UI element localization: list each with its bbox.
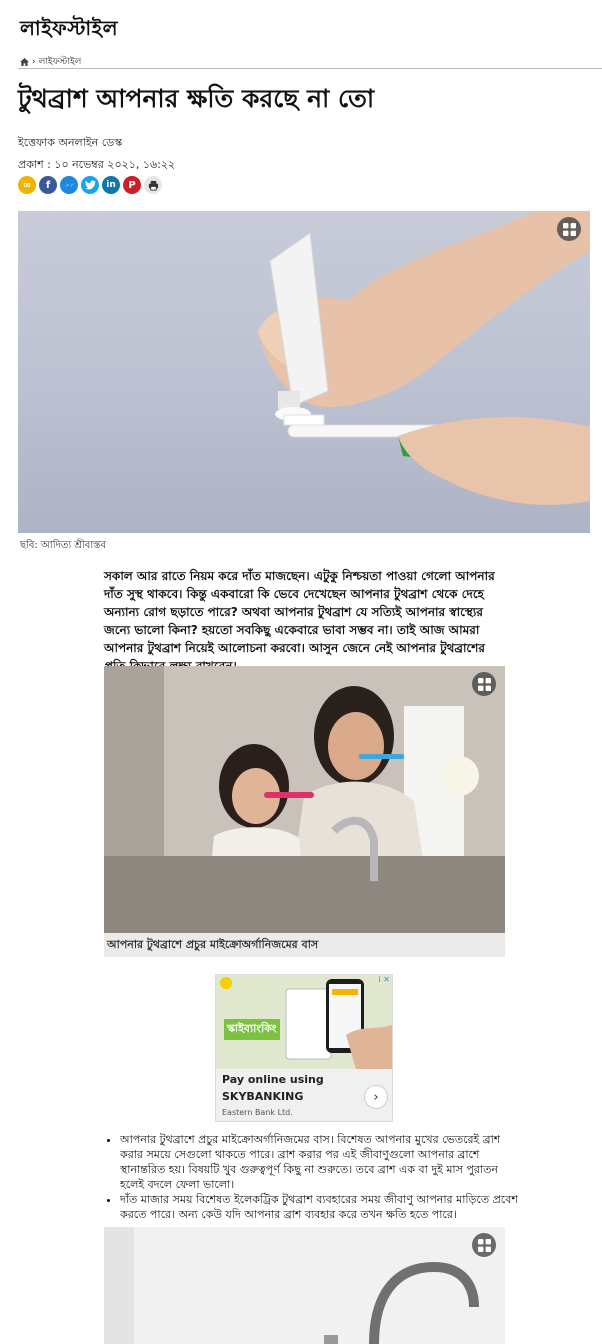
gallery-icon[interactable] — [472, 672, 496, 696]
pinterest-icon[interactable]: P — [123, 176, 141, 194]
article-inline-image-2[interactable] — [104, 1227, 505, 1344]
home-icon[interactable] — [20, 57, 29, 66]
list-item: আপনার টুথব্রাশে প্রচুর মাইক্রোঅর্গানিজমে… — [120, 1132, 520, 1192]
ad-cta-product: SKYBANKING — [222, 1090, 304, 1103]
breadcrumb-current[interactable]: লাইফস্টাইল — [39, 54, 82, 69]
messenger-icon[interactable] — [60, 176, 78, 194]
ad-close-icon[interactable]: ✕ — [383, 975, 390, 984]
ad-headline: স্কাইব্যাংকিং — [224, 1019, 280, 1040]
article-inline-image[interactable] — [104, 666, 505, 933]
list-item: দাঁত মাজার সময় বিশেষত ইলেকট্রিক টুথব্রা… — [120, 1192, 520, 1222]
family-brushing-photo — [104, 666, 505, 933]
advertisement[interactable]: স্কাইব্যাংকিং i ✕ Pay online using SKYBA… — [215, 974, 393, 1122]
twitter-icon[interactable] — [81, 176, 99, 194]
breadcrumb-separator: › — [32, 56, 36, 67]
gallery-icon[interactable] — [472, 1233, 496, 1257]
facebook-icon[interactable]: f — [39, 176, 57, 194]
ad-info-icon[interactable]: i ✕ — [379, 975, 390, 984]
linkedin-icon[interactable]: in — [102, 176, 120, 194]
bathroom-faucet-photo — [104, 1227, 505, 1344]
article-author[interactable]: ইত্তেফাক অনলাইন ডেস্ক — [18, 134, 122, 153]
article-main-image[interactable] — [18, 211, 590, 533]
share-bar: ∞ f in P — [18, 176, 162, 194]
ad-cta: Pay online using — [222, 1073, 324, 1086]
ad-arrow-icon[interactable]: › — [364, 1085, 388, 1109]
breadcrumb: › লাইফস্টাইল — [20, 54, 81, 69]
article-headline: টুথব্রাশ আপনার ক্ষতি করছে না তো — [18, 84, 375, 113]
article-bullets: আপনার টুথব্রাশে প্রচুর মাইক্রোঅর্গানিজমে… — [104, 1132, 520, 1222]
section-title[interactable]: লাইফস্টাইল — [20, 14, 118, 47]
image-caption: আপনার টুথব্রাশে প্রচুর মাইক্রোঅর্গানিজমে… — [104, 933, 505, 957]
article-published-date: প্রকাশ : ১০ নভেম্বর ২০২১, ১৬:২২ — [18, 158, 176, 171]
image-credit: ছবি: আদিত্য শ্রীবাস্তব — [20, 540, 107, 551]
toothpaste-photo — [258, 211, 590, 505]
gallery-icon[interactable] — [557, 217, 581, 241]
print-icon[interactable] — [144, 176, 162, 194]
ad-advertiser: Eastern Bank Ltd. — [222, 1108, 293, 1117]
header-divider — [18, 68, 602, 69]
copy-link-icon[interactable]: ∞ — [18, 176, 36, 194]
article-lead: সকাল আর রাতে নিয়ম করে দাঁত মাজছেন। এটুক… — [104, 569, 495, 673]
